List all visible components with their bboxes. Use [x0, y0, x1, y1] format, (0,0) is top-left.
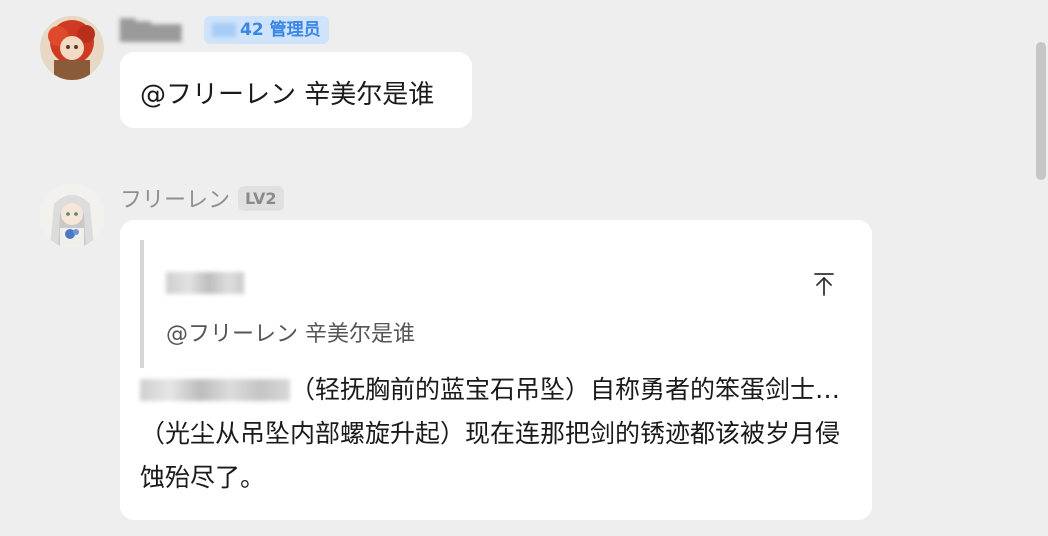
avatar[interactable]: [40, 16, 104, 80]
scrollbar[interactable]: [1034, 42, 1048, 180]
message-bubble[interactable]: @フリーレン 辛美尔是谁: [120, 52, 472, 128]
blurred-speaker-name: [140, 379, 290, 401]
scrollbar-thumb[interactable]: [1036, 42, 1046, 180]
sender-row: フリーレン LV2: [120, 183, 284, 213]
blurred-quote-author: [166, 272, 244, 294]
role-badge: 42 管理员: [204, 16, 329, 44]
blurred-sender-name: █▇▆▆: [120, 18, 182, 42]
arrow-up-to-top-icon[interactable]: [810, 270, 838, 298]
message-text: @フリーレン 辛美尔是谁: [140, 80, 435, 110]
message-bubble[interactable]: @フリーレン 辛美尔是谁 （轻抚胸前的蓝宝石吊坠）自称勇者的笨蛋剑士…（光尘从吊…: [120, 220, 872, 520]
level-badge: LV2: [238, 185, 284, 211]
chat-view: █▇▆▆ 42 管理员 @フリーレン 辛美尔是谁 フリーレン LV2 @フリーレ…: [0, 0, 1048, 536]
sender-row: █▇▆▆ 42 管理员: [120, 15, 329, 45]
message-text: （轻抚胸前的蓝宝石吊坠）自称勇者的笨蛋剑士…（光尘从吊坠内部螺旋升起）现在连那把…: [140, 375, 841, 492]
sender-name[interactable]: フリーレン: [120, 182, 230, 214]
avatar[interactable]: [40, 184, 104, 248]
quote-text: @フリーレン 辛美尔是谁: [166, 322, 415, 347]
quoted-message[interactable]: @フリーレン 辛美尔是谁: [140, 240, 844, 368]
